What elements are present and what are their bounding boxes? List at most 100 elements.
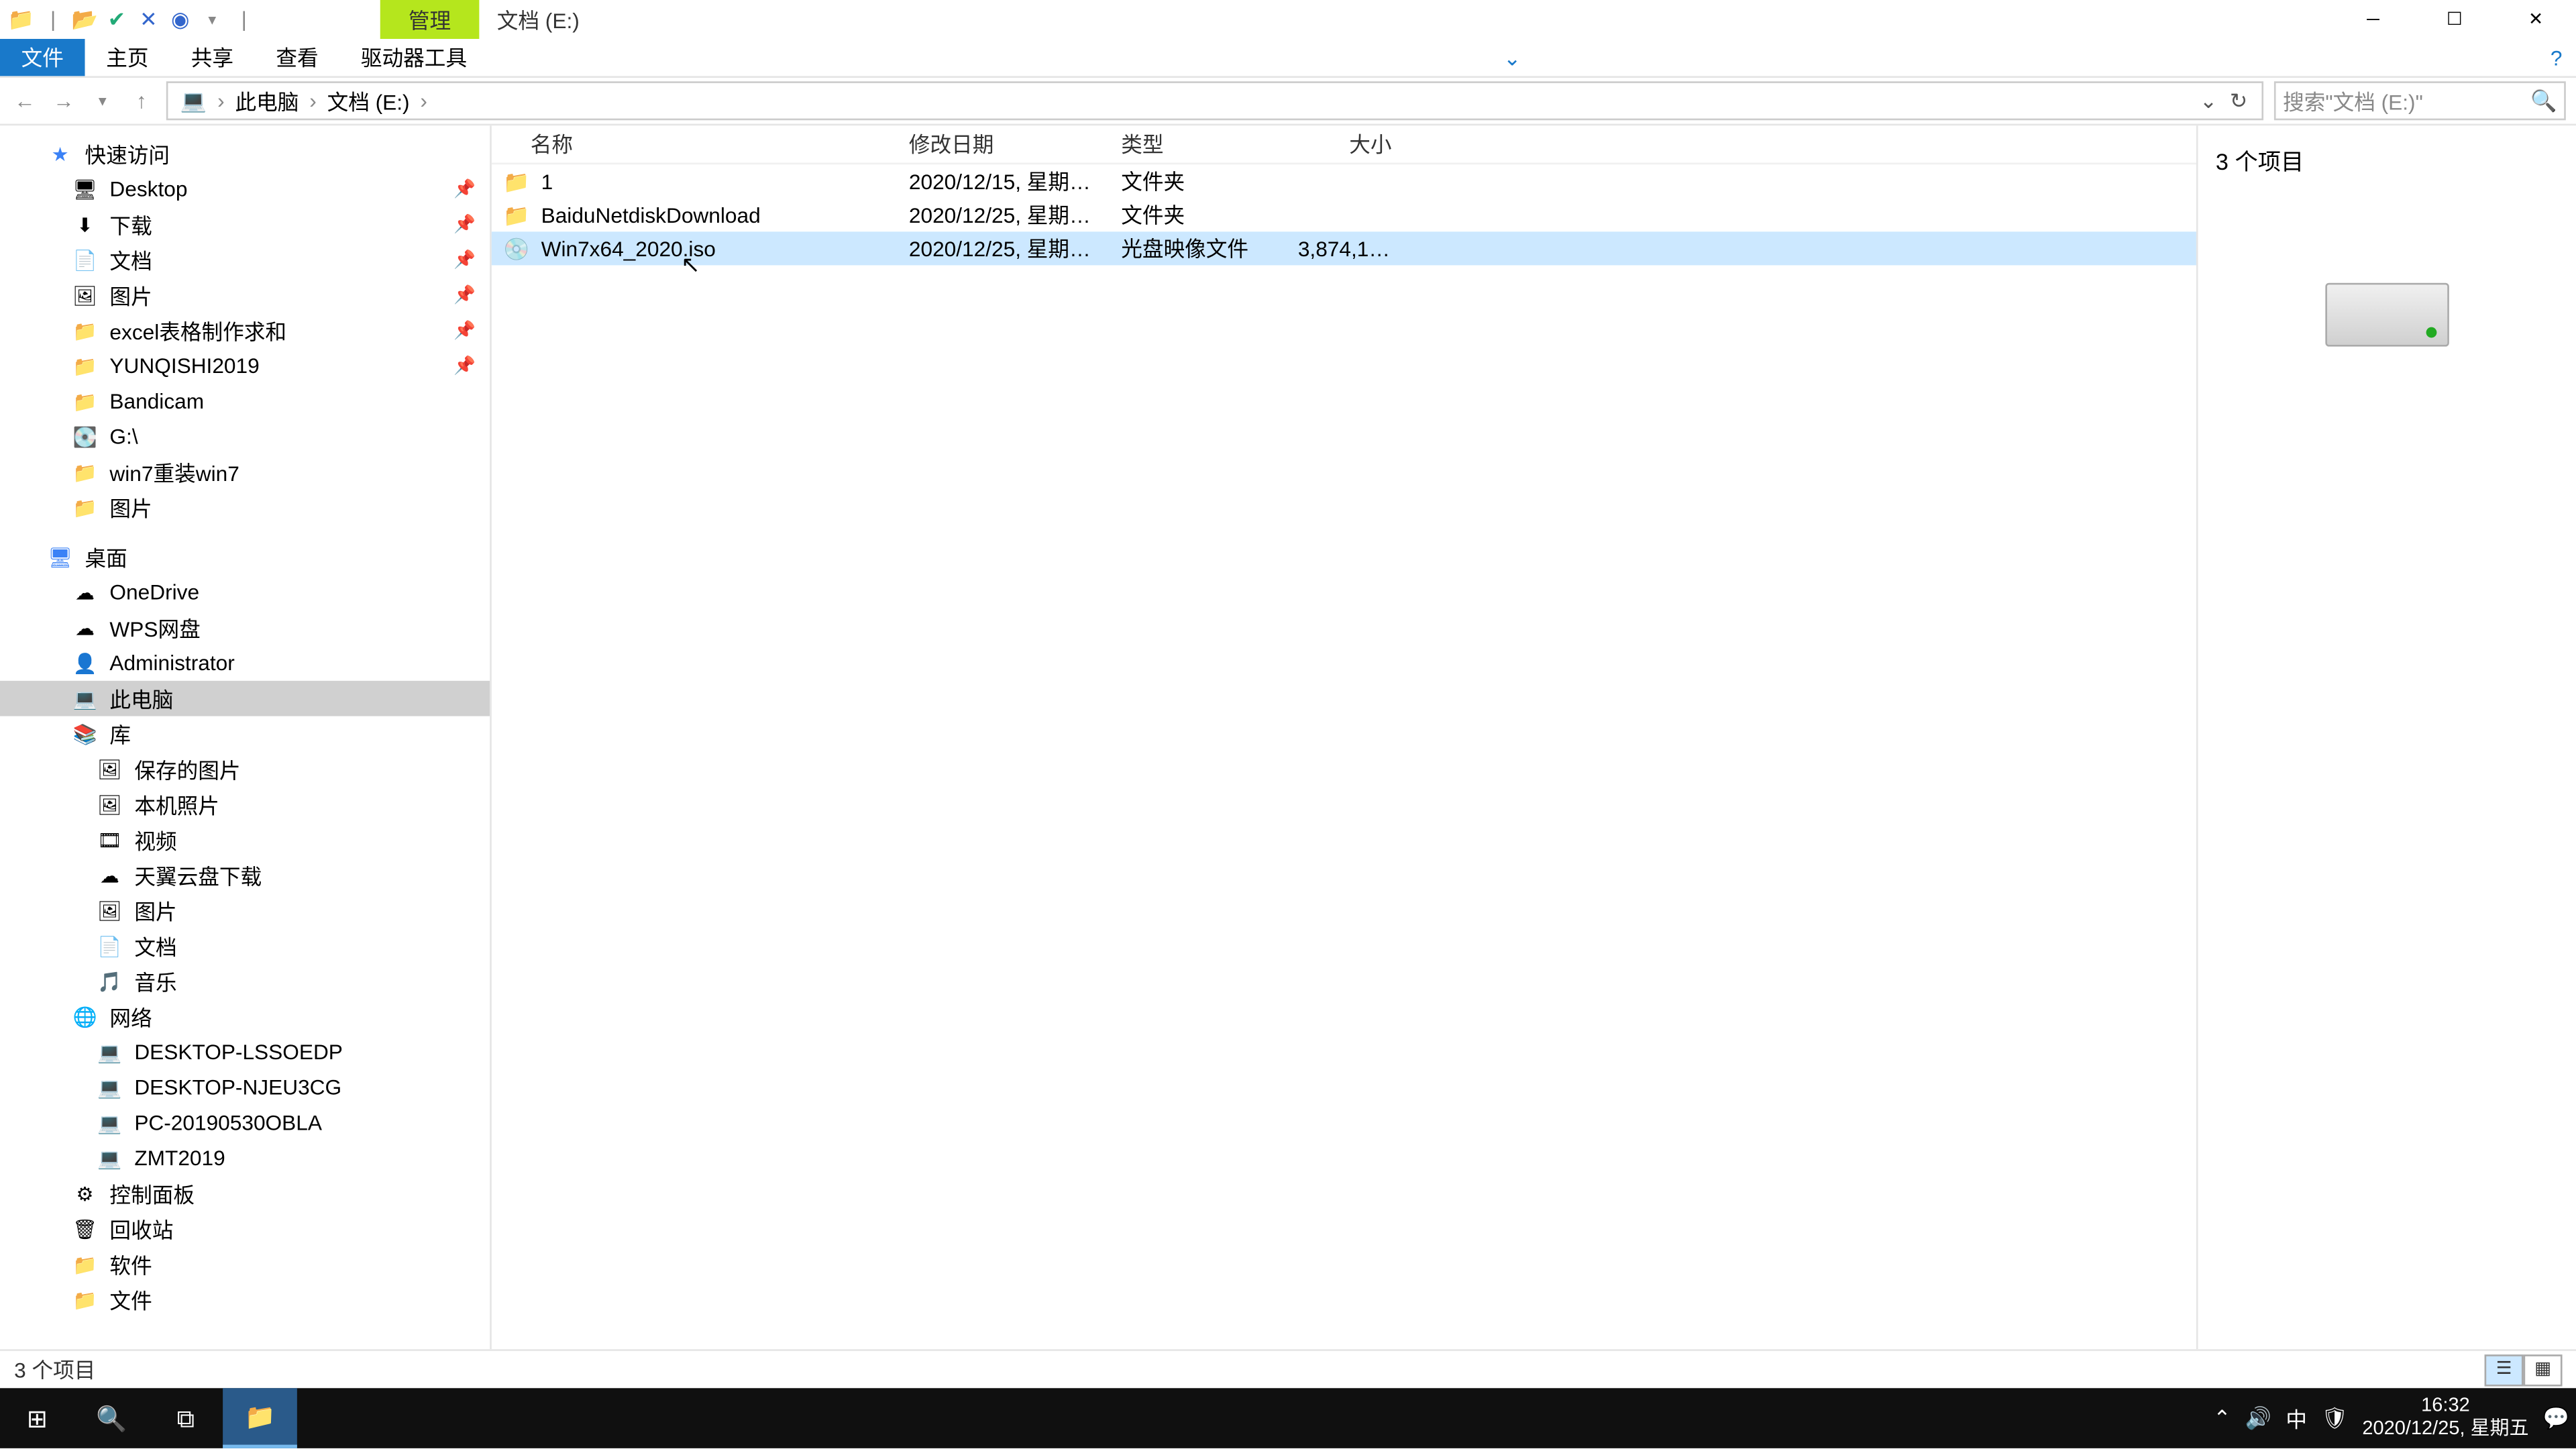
chevron-right-icon[interactable]: › (212, 89, 229, 113)
file-row[interactable]: 📁12020/12/15, 星期二 1...文件夹 (492, 164, 2196, 198)
nav-quick-label: 快速访问 (85, 139, 170, 169)
nav-forward-button[interactable]: → (50, 87, 78, 115)
nav-item[interactable]: ☁天翼云盘下载 (0, 857, 490, 893)
maximize-button[interactable]: ☐ (2414, 0, 2495, 39)
nav-item[interactable]: 📁win7重装win7 (0, 454, 490, 490)
action-center-icon[interactable]: 💬 (2543, 1406, 2569, 1431)
addr-dropdown-icon[interactable]: ⌄ (2194, 89, 2222, 113)
ribbon-expand-icon[interactable]: ⌄ (1489, 45, 1536, 70)
qat-check-icon[interactable]: ✔ (103, 5, 131, 34)
taskbar-search-icon[interactable]: 🔍 (74, 1388, 149, 1448)
nav-item[interactable]: 📚库 (0, 716, 490, 752)
nav-item[interactable]: ☁WPS网盘 (0, 610, 490, 645)
nav-item-label: 库 (109, 719, 131, 749)
nav-item[interactable]: 📁软件 (0, 1246, 490, 1282)
ribbon-tab-share[interactable]: 共享 (170, 39, 255, 76)
breadcrumb[interactable]: 💻 › 此电脑 › 文档 (E:) › ⌄ ↻ (166, 81, 2263, 120)
nav-item-label: 此电脑 (109, 684, 173, 714)
nav-item[interactable]: 📁文件 (0, 1282, 490, 1318)
ribbon-tab-file[interactable]: 文件 (0, 39, 85, 76)
nav-item[interactable]: 💻DESKTOP-NJEU3CG (0, 1070, 490, 1106)
qat-close-icon[interactable]: ✕ (134, 5, 162, 34)
ribbon-tab-view[interactable]: 查看 (255, 39, 340, 76)
col-date[interactable]: 修改日期 (898, 129, 1110, 159)
nav-item[interactable]: 📄文档📌 (0, 242, 490, 278)
nav-item-icon: 📁 (70, 1250, 99, 1279)
nav-item[interactable]: 🖥Desktop📌 (0, 172, 490, 207)
view-icons-button[interactable]: ▦ (2524, 1354, 2563, 1385)
preview-item-count: 3 个项目 (2216, 144, 2559, 177)
nav-item[interactable]: 🖼本机照片 (0, 787, 490, 822)
start-button[interactable]: ⊞ (0, 1388, 74, 1448)
ribbon-tab-drive[interactable]: 驱动器工具 (339, 39, 488, 76)
nav-item[interactable]: 💻PC-20190530OBLA (0, 1106, 490, 1141)
ribbon-context-tab[interactable]: 管理 (380, 0, 480, 39)
search-icon[interactable]: 🔍 (2530, 89, 2557, 113)
col-name[interactable]: 名称 (492, 129, 898, 159)
file-list[interactable]: 名称 修改日期 类型 大小 📁12020/12/15, 星期二 1...文件夹📁… (492, 125, 2196, 1349)
nav-item[interactable]: 🖼图片📌 (0, 278, 490, 313)
qat-props-icon[interactable]: ◉ (166, 5, 195, 34)
tray-ime-indicator[interactable]: 中 (2286, 1403, 2307, 1434)
task-view-button[interactable]: ⧉ (148, 1388, 223, 1448)
nav-item-icon: 📁 (70, 352, 99, 380)
breadcrumb-loc[interactable]: 文档 (E:) (322, 86, 415, 116)
nav-item[interactable]: 🗑回收站 (0, 1212, 490, 1247)
view-details-button[interactable]: ☰ (2485, 1354, 2524, 1385)
nav-item[interactable]: 🎵音乐 (0, 964, 490, 1000)
close-button[interactable]: ✕ (2495, 0, 2576, 39)
nav-item[interactable]: 📁YUNQISHI2019📌 (0, 348, 490, 384)
nav-item-label: 音乐 (134, 967, 176, 997)
nav-item-icon: ☁ (70, 578, 99, 606)
nav-item[interactable]: 📄文档 (0, 928, 490, 964)
tray-security-icon[interactable]: 🛡 (2321, 1406, 2348, 1431)
tray-volume-icon[interactable]: 🔊 (2245, 1406, 2271, 1431)
nav-item[interactable]: 💻 此电脑 (0, 681, 490, 716)
nav-item[interactable]: 🌐网络 (0, 999, 490, 1034)
nav-desktop[interactable]: 🖥桌面 (0, 539, 490, 575)
nav-item[interactable]: ⬇下载📌 (0, 207, 490, 242)
nav-item[interactable]: ⚙控制面板 (0, 1176, 490, 1212)
tray-clock[interactable]: 16:32 2020/12/25, 星期五 (2362, 1395, 2528, 1442)
file-row[interactable]: 📁BaiduNetdiskDownload2020/12/25, 星期五 1..… (492, 198, 2196, 231)
help-icon[interactable]: ? (2536, 45, 2576, 70)
nav-item-label: 图片 (134, 896, 176, 926)
status-bar: 3 个项目 ☰ ▦ (0, 1349, 2576, 1388)
nav-item[interactable]: 🎞视频 (0, 822, 490, 858)
file-row[interactable]: 💿Win7x64_2020.iso2020/12/25, 星期五 1...光盘映… (492, 231, 2196, 265)
file-name: 1 (541, 169, 553, 194)
chevron-right-icon[interactable]: › (415, 89, 433, 113)
nav-item[interactable]: 💽G:\ (0, 419, 490, 455)
search-input[interactable]: 搜索"文档 (E:)" 🔍 (2274, 81, 2566, 120)
nav-item[interactable]: 📁Bandicam (0, 384, 490, 419)
nav-item[interactable]: 📁图片 (0, 490, 490, 525)
nav-item[interactable]: 🖼图片 (0, 893, 490, 928)
system-tray: ⌃ 🔊 中 🛡 16:32 2020/12/25, 星期五 💬 (2213, 1395, 2576, 1442)
taskbar-explorer-icon[interactable]: 📁 (223, 1388, 297, 1448)
ribbon-tab-home[interactable]: 主页 (85, 39, 170, 76)
col-type[interactable]: 类型 (1110, 129, 1287, 159)
nav-item[interactable]: 🖼保存的图片 (0, 751, 490, 787)
tray-overflow-icon[interactable]: ⌃ (2213, 1406, 2231, 1431)
navigation-pane[interactable]: ★快速访问🖥Desktop📌⬇下载📌📄文档📌🖼图片📌📁excel表格制作求和📌📁… (0, 125, 492, 1349)
nav-up-button[interactable]: ↑ (127, 87, 156, 115)
nav-item-label: 图片 (109, 492, 152, 523)
nav-item[interactable]: 👤Administrator (0, 645, 490, 681)
chevron-right-icon[interactable]: › (304, 89, 321, 113)
qat-dropdown-icon[interactable]: ▾ (198, 5, 226, 34)
nav-item[interactable]: 📁excel表格制作求和📌 (0, 313, 490, 349)
nav-item[interactable]: 💻ZMT2019 (0, 1140, 490, 1176)
nav-back-button[interactable]: ← (11, 87, 39, 115)
nav-quick-access[interactable]: ★快速访问 (0, 136, 490, 172)
nav-recent-dropdown[interactable]: ▾ (89, 87, 117, 115)
nav-item-label: 图片 (109, 280, 152, 311)
refresh-icon[interactable]: ↻ (2222, 89, 2255, 113)
nav-item-icon: 💻 (70, 684, 99, 712)
breadcrumb-pc[interactable]: 此电脑 (230, 86, 305, 116)
taskbar[interactable]: ⊞ 🔍 ⧉ 📁 ⌃ 🔊 中 🛡 16:32 2020/12/25, 星期五 💬 (0, 1388, 2576, 1448)
nav-item[interactable]: ☁OneDrive (0, 575, 490, 610)
qat-open-icon[interactable]: 📂 (70, 5, 99, 34)
col-size[interactable]: 大小 (1287, 129, 1402, 159)
minimize-button[interactable]: ─ (2332, 0, 2414, 39)
nav-item[interactable]: 💻DESKTOP-LSSOEDP (0, 1034, 490, 1070)
